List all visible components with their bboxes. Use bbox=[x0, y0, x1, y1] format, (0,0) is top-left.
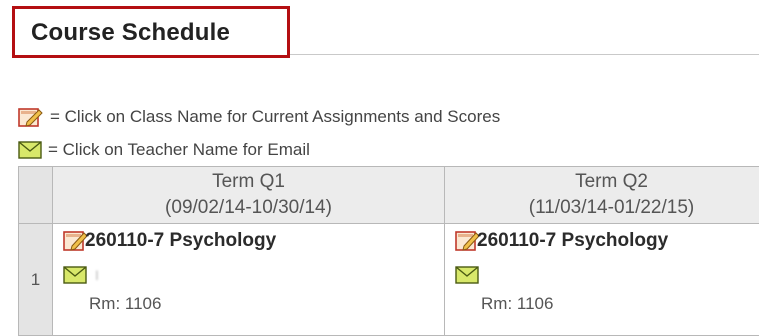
schedule-cell-q1: 260110-7 Psychology I Rm: 1106 bbox=[53, 224, 445, 336]
page-title: Course Schedule bbox=[31, 19, 230, 47]
class-link[interactable]: 260110-7 Psychology bbox=[455, 228, 668, 252]
envelope-icon bbox=[18, 141, 42, 159]
term-name: Term Q1 bbox=[53, 169, 444, 195]
legend-class-hint: = Click on Class Name for Current Assign… bbox=[18, 106, 500, 128]
page-title-box: Course Schedule bbox=[12, 6, 290, 58]
title-divider bbox=[290, 54, 759, 55]
legend-teacher-text: = Click on Teacher Name for Email bbox=[48, 140, 310, 160]
teacher-link[interactable] bbox=[455, 266, 487, 284]
teacher-link[interactable]: I bbox=[63, 266, 102, 284]
class-link[interactable]: 260110-7 Psychology bbox=[63, 228, 276, 252]
room-number: Rm: 1106 bbox=[481, 294, 553, 314]
table-header-row: Term Q1 (09/02/14-10/30/14) Term Q2 (11/… bbox=[19, 167, 759, 224]
term-dates: (11/03/14-01/22/15) bbox=[445, 195, 759, 221]
table-row: 1 260110-7 Psychology bbox=[19, 224, 759, 336]
term-name: Term Q2 bbox=[445, 169, 759, 195]
legend-class-text: = Click on Class Name for Current Assign… bbox=[50, 107, 500, 127]
envelope-icon[interactable] bbox=[455, 266, 479, 284]
legend-teacher-hint: = Click on Teacher Name for Email bbox=[18, 140, 310, 160]
index-column-header bbox=[19, 167, 53, 224]
class-name-link[interactable]: 260110-7 Psychology bbox=[85, 230, 276, 252]
schedule-cell-q2: 260110-7 Psychology Rm: 1106 bbox=[445, 224, 759, 336]
edit-note-icon bbox=[18, 106, 44, 128]
row-index: 1 bbox=[19, 224, 53, 336]
term-header-q2: Term Q2 (11/03/14-01/22/15) bbox=[445, 167, 759, 224]
room-number: Rm: 1106 bbox=[89, 294, 161, 314]
schedule-table: Term Q1 (09/02/14-10/30/14) Term Q2 (11/… bbox=[18, 166, 759, 336]
class-name-link[interactable]: 260110-7 Psychology bbox=[477, 230, 668, 252]
term-header-q1: Term Q1 (09/02/14-10/30/14) bbox=[53, 167, 445, 224]
envelope-icon[interactable] bbox=[63, 266, 87, 284]
teacher-name-link[interactable]: I bbox=[95, 267, 102, 283]
term-dates: (09/02/14-10/30/14) bbox=[53, 195, 444, 221]
